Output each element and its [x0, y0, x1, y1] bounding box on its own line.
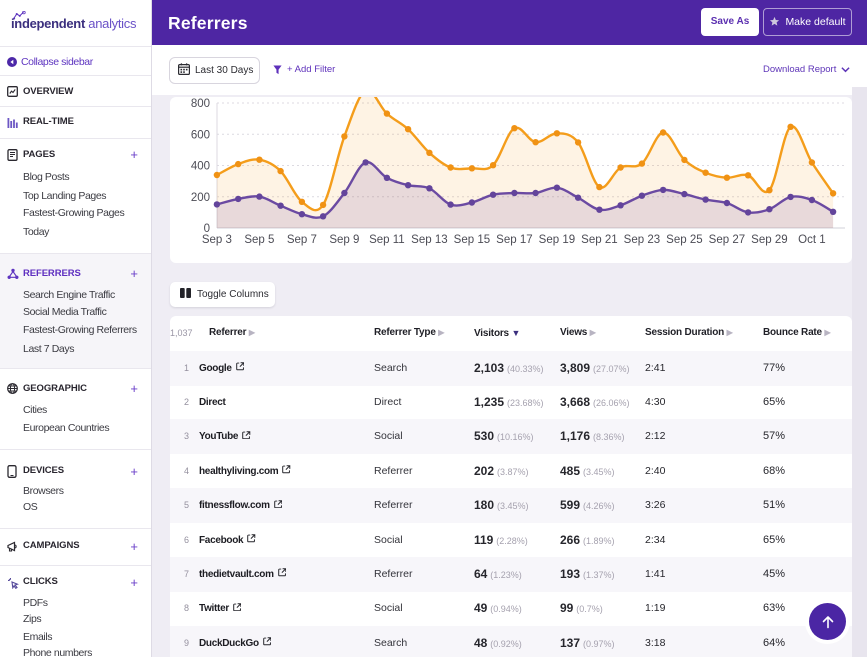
svg-text:Sep 25: Sep 25: [666, 234, 702, 246]
svg-text:400: 400: [191, 161, 210, 173]
svg-text:Sep 27: Sep 27: [709, 234, 745, 246]
svg-text:Oct 1: Oct 1: [798, 234, 825, 246]
svg-text:Sep 9: Sep 9: [329, 234, 359, 246]
svg-text:Sep 3: Sep 3: [202, 234, 232, 246]
svg-text:Sep 13: Sep 13: [411, 234, 447, 246]
svg-text:200: 200: [191, 192, 210, 204]
svg-text:Sep 29: Sep 29: [751, 234, 787, 246]
svg-text:Sep 23: Sep 23: [624, 234, 660, 246]
svg-text:Sep 11: Sep 11: [369, 234, 405, 246]
svg-text:Sep 15: Sep 15: [454, 234, 490, 246]
svg-text:800: 800: [191, 98, 210, 110]
svg-text:Sep 21: Sep 21: [581, 234, 617, 246]
svg-text:Sep 19: Sep 19: [539, 234, 575, 246]
svg-text:Sep 5: Sep 5: [244, 234, 274, 246]
svg-text:600: 600: [191, 129, 210, 141]
svg-text:Sep 17: Sep 17: [496, 234, 532, 246]
svg-text:Sep 7: Sep 7: [287, 234, 317, 246]
